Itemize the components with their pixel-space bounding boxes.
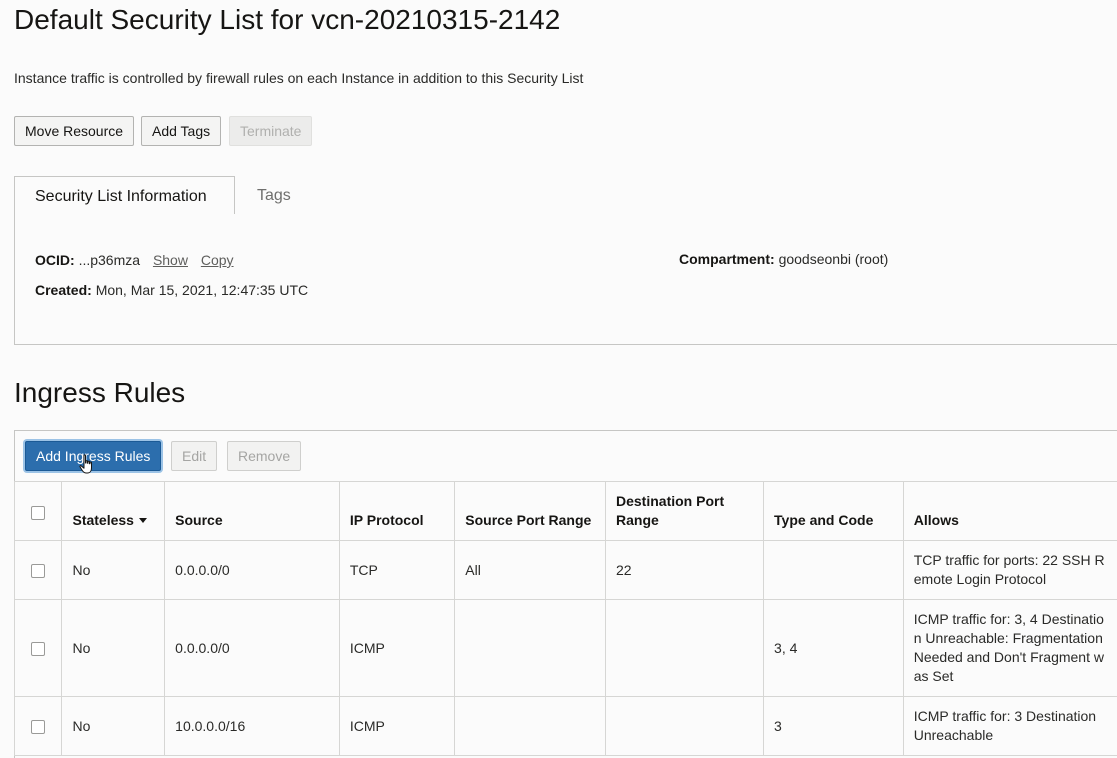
type-and-code-cell: 3, 4 xyxy=(763,599,904,697)
ocid-value: ...p36mza xyxy=(78,252,141,268)
select-all-checkbox[interactable] xyxy=(31,505,46,520)
allows-cell: ICMP traffic for: 3, 4 Destination Unrea… xyxy=(902,599,1117,697)
ocid-row: OCID: ...p36mza Show Copy xyxy=(35,252,234,268)
ip-protocol-cell: TCP xyxy=(338,540,456,600)
compartment-label: Compartment: xyxy=(679,251,775,267)
column-header-source: Source xyxy=(164,481,340,541)
source-cell: 10.0.0.0/16 xyxy=(164,696,340,756)
ingress-rules-title: Ingress Rules xyxy=(14,377,186,408)
row-select-cell xyxy=(13,540,63,600)
column-header-allows: Allows xyxy=(902,481,1117,541)
page-title: Default Security List for vcn-20210315-2… xyxy=(14,4,561,35)
stateless-header-label: Stateless xyxy=(72,512,134,528)
destination-port-range-cell xyxy=(604,696,765,756)
table-header-row: Stateless Source IP Protocol Source Port… xyxy=(13,481,1117,541)
column-header-ip-protocol: IP Protocol xyxy=(338,481,456,541)
ingress-rules-panel: Add Ingress Rules Edit Remove Stateless … xyxy=(13,430,1117,758)
table-row: No 0.0.0.0/0 TCP All 22 TCP traffic for … xyxy=(13,540,1117,600)
move-resource-button[interactable]: Move Resource xyxy=(14,116,135,146)
table-row: No 10.0.0.0/16 ICMP 3 ICMP traffic for: … xyxy=(13,696,1117,756)
row-checkbox[interactable] xyxy=(31,563,46,578)
terminate-button[interactable]: Terminate xyxy=(229,116,313,146)
column-header-type-and-code: Type and Code xyxy=(763,481,904,541)
created-value: Mon, Mar 15, 2021, 12:47:35 UTC xyxy=(95,282,309,298)
security-list-info-panel: OCID: ...p36mza Show Copy Created: Mon, … xyxy=(14,214,1117,345)
created-row: Created: Mon, Mar 15, 2021, 12:47:35 UTC xyxy=(35,282,308,298)
edit-button[interactable]: Edit xyxy=(171,441,218,471)
select-all-header xyxy=(13,481,63,541)
ip-protocol-cell: ICMP xyxy=(338,599,456,697)
ingress-toolbar: Add Ingress Rules Edit Remove xyxy=(15,431,1117,481)
ocid-label: OCID: xyxy=(35,252,75,268)
tab-security-list-information[interactable]: Security List Information xyxy=(14,176,235,215)
table-row: No 0.0.0.0/0 ICMP 3, 4 ICMP traffic for:… xyxy=(13,599,1117,697)
source-port-range-cell: All xyxy=(454,540,606,600)
tab-tags[interactable]: Tags xyxy=(257,176,291,214)
stateless-cell: No xyxy=(61,696,166,756)
add-tags-button[interactable]: Add Tags xyxy=(141,116,222,146)
column-header-source-port-range: Source Port Range xyxy=(454,481,606,541)
row-select-cell xyxy=(13,696,63,756)
column-header-stateless[interactable]: Stateless xyxy=(61,481,166,541)
created-label: Created: xyxy=(35,282,92,298)
source-cell: 0.0.0.0/0 xyxy=(164,599,340,697)
source-port-range-cell xyxy=(454,599,606,697)
row-checkbox[interactable] xyxy=(31,719,46,734)
type-and-code-cell: 3 xyxy=(763,696,904,756)
sort-descending-icon xyxy=(138,518,147,523)
remove-button[interactable]: Remove xyxy=(227,441,302,471)
type-and-code-cell xyxy=(763,540,904,600)
row-select-cell xyxy=(13,599,63,697)
source-cell: 0.0.0.0/0 xyxy=(164,540,340,600)
row-checkbox[interactable] xyxy=(31,641,46,656)
compartment-row: Compartment: goodseonbi (root) xyxy=(679,251,888,267)
destination-port-range-cell xyxy=(604,599,765,697)
security-list-page: Default Security List for vcn-20210315-2… xyxy=(0,0,1117,758)
ocid-copy-link[interactable]: Copy xyxy=(201,252,234,268)
ip-protocol-cell: ICMP xyxy=(338,696,456,756)
stateless-cell: No xyxy=(61,540,166,600)
allows-cell: TCP traffic for ports: 22 SSH Remote Log… xyxy=(902,540,1117,600)
ocid-show-link[interactable]: Show xyxy=(153,252,188,268)
destination-port-range-cell: 22 xyxy=(604,540,765,600)
column-header-destination-port-range: Destination Port Range xyxy=(604,481,765,541)
page-description: Instance traffic is controlled by firewa… xyxy=(14,70,584,86)
source-port-range-cell xyxy=(454,696,606,756)
stateless-cell: No xyxy=(61,599,166,697)
compartment-value: goodseonbi (root) xyxy=(778,251,889,267)
hand-pointer-icon xyxy=(79,454,92,474)
ingress-rules-table: Stateless Source IP Protocol Source Port… xyxy=(13,481,1117,756)
allows-cell: ICMP traffic for: 3 Destination Unreacha… xyxy=(902,696,1117,756)
